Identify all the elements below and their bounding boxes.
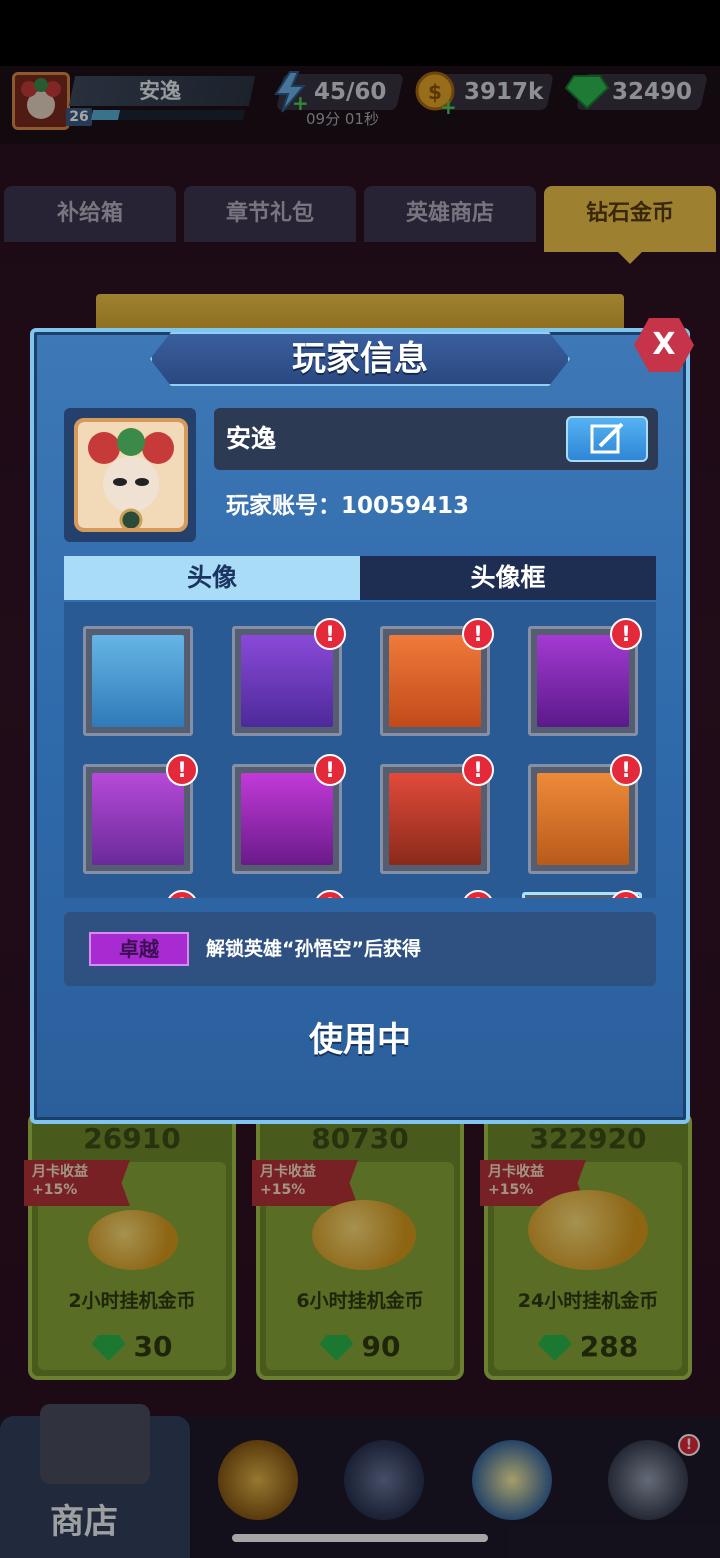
new-alert-badge: ! xyxy=(314,890,346,898)
unlock-condition: 解锁英雄“孙悟空”后获得 xyxy=(206,938,421,960)
new-alert-badge: ! xyxy=(610,754,642,786)
new-alert-badge: ! xyxy=(462,890,494,898)
edit-name-button[interactable] xyxy=(566,416,648,462)
modal-title: 玩家信息 xyxy=(292,339,428,379)
new-alert-badge: ! xyxy=(166,754,198,786)
purple-creature-avatar-icon xyxy=(92,773,184,865)
in-use-status: 使用中 xyxy=(309,1020,411,1060)
new-alert-badge: ! xyxy=(462,618,494,650)
edit-icon xyxy=(590,422,624,454)
new-alert-badge: ! xyxy=(166,890,198,898)
armored-knight-avatar-icon xyxy=(92,635,184,727)
tab-avatar[interactable]: 头像 xyxy=(64,556,360,600)
space-marine-avatar-icon xyxy=(241,635,333,727)
dark-mask-avatar-icon xyxy=(241,773,333,865)
tab-avatar-frame[interactable]: 头像框 xyxy=(360,556,656,600)
new-alert-badge: ! xyxy=(314,754,346,786)
tank-avatar-icon xyxy=(389,773,481,865)
opera-mask-portrait-icon xyxy=(78,422,184,528)
avatar-grid: ! ! ! ! ! ! ! ! ! ! ! xyxy=(64,602,656,898)
crab-mech-avatar-icon xyxy=(389,635,481,727)
account-id: 玩家账号：10059413 xyxy=(226,493,470,519)
warrior-avatar-icon xyxy=(537,773,629,865)
spiked-beast-avatar-icon xyxy=(537,635,629,727)
new-alert-badge: ! xyxy=(610,618,642,650)
new-alert-badge: ! xyxy=(462,754,494,786)
profile-avatar xyxy=(74,418,188,532)
rarity-badge: 卓越 xyxy=(89,932,189,966)
new-alert-badge: ! xyxy=(314,618,346,650)
status-bar xyxy=(0,0,720,66)
modal-player-name: 安逸 xyxy=(226,424,277,453)
avatar-option[interactable] xyxy=(83,626,193,736)
